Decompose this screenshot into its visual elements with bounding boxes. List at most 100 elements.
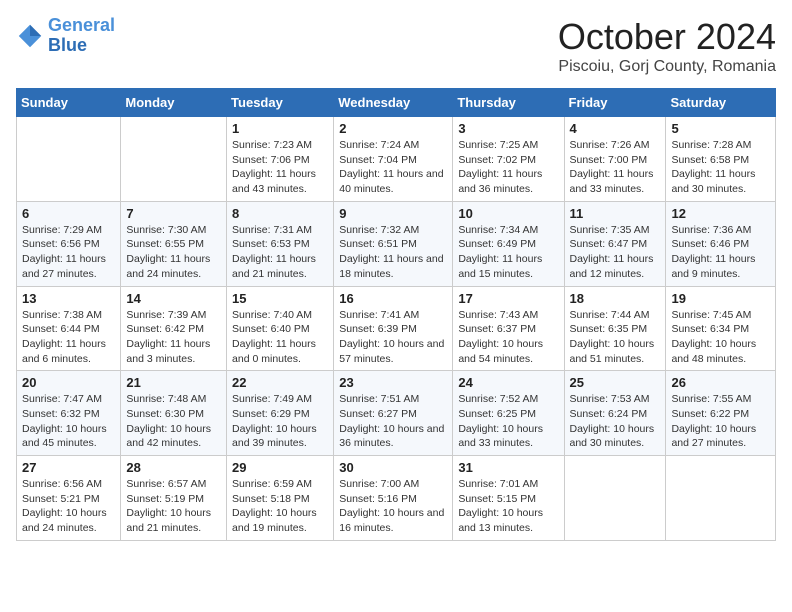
day-number: 16: [339, 291, 447, 306]
day-cell: 21 Sunrise: 7:48 AMSunset: 6:30 PMDayligh…: [121, 371, 227, 456]
day-info: Sunrise: 7:44 AMSunset: 6:35 PMDaylight:…: [570, 308, 661, 367]
day-info: Sunrise: 7:51 AMSunset: 6:27 PMDaylight:…: [339, 392, 447, 451]
day-info: Sunrise: 7:32 AMSunset: 6:51 PMDaylight:…: [339, 223, 447, 282]
day-cell: 1Sunrise: 7:23 AMSunset: 7:06 PMDaylight…: [227, 117, 334, 202]
day-info: Sunrise: 7:23 AMSunset: 7:06 PMDaylight:…: [232, 138, 328, 197]
week-row-4: 20 Sunrise: 7:47 AMSunset: 6:32 PMDayligh…: [17, 371, 776, 456]
day-info: Sunrise: 7:45 AMSunset: 6:34 PMDaylight:…: [671, 308, 770, 367]
day-cell: 31Sunrise: 7:01 AMSunset: 5:15 PMDayligh…: [453, 456, 564, 541]
day-info: Sunrise: 7:29 AMSunset: 6:56 PMDaylight:…: [22, 223, 115, 282]
day-cell: 3 Sunrise: 7:25 AMSunset: 7:02 PMDaylight…: [453, 117, 564, 202]
day-info: Sunrise: 7:49 AMSunset: 6:29 PMDaylight:…: [232, 392, 328, 451]
day-cell: 24Sunrise: 7:52 AMSunset: 6:25 PMDayligh…: [453, 371, 564, 456]
day-cell: 22 Sunrise: 7:49 AMSunset: 6:29 PMDayligh…: [227, 371, 334, 456]
header-friday: Friday: [564, 89, 666, 117]
day-number: 29: [232, 460, 328, 475]
day-number: 25: [570, 375, 661, 390]
location-title: Piscoiu, Gorj County, Romania: [558, 58, 776, 76]
day-number: 15: [232, 291, 328, 306]
day-cell: 17 Sunrise: 7:43 AMSunset: 6:37 PMDayligh…: [453, 286, 564, 371]
logo-text: General Blue: [48, 16, 115, 56]
day-cell: 29 Sunrise: 6:59 AMSunset: 5:18 PMDayligh…: [227, 456, 334, 541]
day-cell: 2Sunrise: 7:24 AMSunset: 7:04 PMDaylight…: [334, 117, 453, 202]
day-info: Sunrise: 7:48 AMSunset: 6:30 PMDaylight:…: [126, 392, 221, 451]
day-cell: 15Sunrise: 7:40 AMSunset: 6:40 PMDayligh…: [227, 286, 334, 371]
day-info: Sunrise: 7:39 AMSunset: 6:42 PMDaylight:…: [126, 308, 221, 367]
day-cell: 13 Sunrise: 7:38 AMSunset: 6:44 PMDayligh…: [17, 286, 121, 371]
day-cell: 9 Sunrise: 7:32 AMSunset: 6:51 PMDaylight…: [334, 201, 453, 286]
day-cell: [121, 117, 227, 202]
day-info: Sunrise: 7:36 AMSunset: 6:46 PMDaylight:…: [671, 223, 770, 282]
day-number: 30: [339, 460, 447, 475]
day-info: Sunrise: 7:01 AMSunset: 5:15 PMDaylight:…: [458, 477, 558, 536]
header-wednesday: Wednesday: [334, 89, 453, 117]
week-row-2: 6 Sunrise: 7:29 AMSunset: 6:56 PMDaylight…: [17, 201, 776, 286]
day-number: 24: [458, 375, 558, 390]
day-cell: [17, 117, 121, 202]
day-info: Sunrise: 7:43 AMSunset: 6:37 PMDaylight:…: [458, 308, 558, 367]
day-number: 27: [22, 460, 115, 475]
week-row-3: 13 Sunrise: 7:38 AMSunset: 6:44 PMDayligh…: [17, 286, 776, 371]
day-number: 23: [339, 375, 447, 390]
day-info: Sunrise: 7:47 AMSunset: 6:32 PMDaylight:…: [22, 392, 115, 451]
day-number: 17: [458, 291, 558, 306]
day-number: 3: [458, 121, 558, 136]
page-header: General Blue October 2024 Piscoiu, Gorj …: [16, 16, 776, 76]
day-number: 7: [126, 206, 221, 221]
day-cell: 12 Sunrise: 7:36 AMSunset: 6:46 PMDayligh…: [666, 201, 776, 286]
day-cell: 14Sunrise: 7:39 AMSunset: 6:42 PMDayligh…: [121, 286, 227, 371]
day-info: Sunrise: 7:31 AMSunset: 6:53 PMDaylight:…: [232, 223, 328, 282]
day-info: Sunrise: 7:25 AMSunset: 7:02 PMDaylight:…: [458, 138, 558, 197]
day-info: Sunrise: 7:53 AMSunset: 6:24 PMDaylight:…: [570, 392, 661, 451]
day-info: Sunrise: 7:26 AMSunset: 7:00 PMDaylight:…: [570, 138, 661, 197]
day-number: 11: [570, 206, 661, 221]
day-number: 20: [22, 375, 115, 390]
day-info: Sunrise: 7:34 AMSunset: 6:49 PMDaylight:…: [458, 223, 558, 282]
day-cell: 11 Sunrise: 7:35 AMSunset: 6:47 PMDayligh…: [564, 201, 666, 286]
day-number: 13: [22, 291, 115, 306]
calendar-table: SundayMondayTuesdayWednesdayThursdayFrid…: [16, 88, 776, 541]
day-cell: 27 Sunrise: 6:56 AMSunset: 5:21 PMDayligh…: [17, 456, 121, 541]
day-cell: [666, 456, 776, 541]
day-info: Sunrise: 7:55 AMSunset: 6:22 PMDaylight:…: [671, 392, 770, 451]
day-number: 10: [458, 206, 558, 221]
day-cell: 10 Sunrise: 7:34 AMSunset: 6:49 PMDayligh…: [453, 201, 564, 286]
day-info: Sunrise: 7:28 AMSunset: 6:58 PMDaylight:…: [671, 138, 770, 197]
day-cell: 8Sunrise: 7:31 AMSunset: 6:53 PMDaylight…: [227, 201, 334, 286]
day-cell: [564, 456, 666, 541]
day-info: Sunrise: 7:41 AMSunset: 6:39 PMDaylight:…: [339, 308, 447, 367]
week-row-5: 27 Sunrise: 6:56 AMSunset: 5:21 PMDayligh…: [17, 456, 776, 541]
day-info: Sunrise: 6:56 AMSunset: 5:21 PMDaylight:…: [22, 477, 115, 536]
day-info: Sunrise: 7:38 AMSunset: 6:44 PMDaylight:…: [22, 308, 115, 367]
day-info: Sunrise: 7:30 AMSunset: 6:55 PMDaylight:…: [126, 223, 221, 282]
day-number: 19: [671, 291, 770, 306]
day-cell: 18 Sunrise: 7:44 AMSunset: 6:35 PMDayligh…: [564, 286, 666, 371]
logo-icon: [16, 22, 44, 50]
day-number: 6: [22, 206, 115, 221]
header-tuesday: Tuesday: [227, 89, 334, 117]
day-cell: 26 Sunrise: 7:55 AMSunset: 6:22 PMDayligh…: [666, 371, 776, 456]
header-sunday: Sunday: [17, 89, 121, 117]
day-number: 21: [126, 375, 221, 390]
day-cell: 7 Sunrise: 7:30 AMSunset: 6:55 PMDaylight…: [121, 201, 227, 286]
logo: General Blue: [16, 16, 115, 56]
day-cell: 25 Sunrise: 7:53 AMSunset: 6:24 PMDayligh…: [564, 371, 666, 456]
day-info: Sunrise: 7:35 AMSunset: 6:47 PMDaylight:…: [570, 223, 661, 282]
day-cell: 28Sunrise: 6:57 AMSunset: 5:19 PMDayligh…: [121, 456, 227, 541]
day-number: 18: [570, 291, 661, 306]
day-cell: 5 Sunrise: 7:28 AMSunset: 6:58 PMDaylight…: [666, 117, 776, 202]
day-info: Sunrise: 6:59 AMSunset: 5:18 PMDaylight:…: [232, 477, 328, 536]
day-cell: 23 Sunrise: 7:51 AMSunset: 6:27 PMDayligh…: [334, 371, 453, 456]
day-cell: 19 Sunrise: 7:45 AMSunset: 6:34 PMDayligh…: [666, 286, 776, 371]
week-row-1: 1Sunrise: 7:23 AMSunset: 7:06 PMDaylight…: [17, 117, 776, 202]
day-number: 22: [232, 375, 328, 390]
header-monday: Monday: [121, 89, 227, 117]
day-number: 5: [671, 121, 770, 136]
day-info: Sunrise: 7:24 AMSunset: 7:04 PMDaylight:…: [339, 138, 447, 197]
day-cell: 16 Sunrise: 7:41 AMSunset: 6:39 PMDayligh…: [334, 286, 453, 371]
day-number: 4: [570, 121, 661, 136]
day-number: 26: [671, 375, 770, 390]
day-number: 12: [671, 206, 770, 221]
day-number: 9: [339, 206, 447, 221]
day-info: Sunrise: 6:57 AMSunset: 5:19 PMDaylight:…: [126, 477, 221, 536]
